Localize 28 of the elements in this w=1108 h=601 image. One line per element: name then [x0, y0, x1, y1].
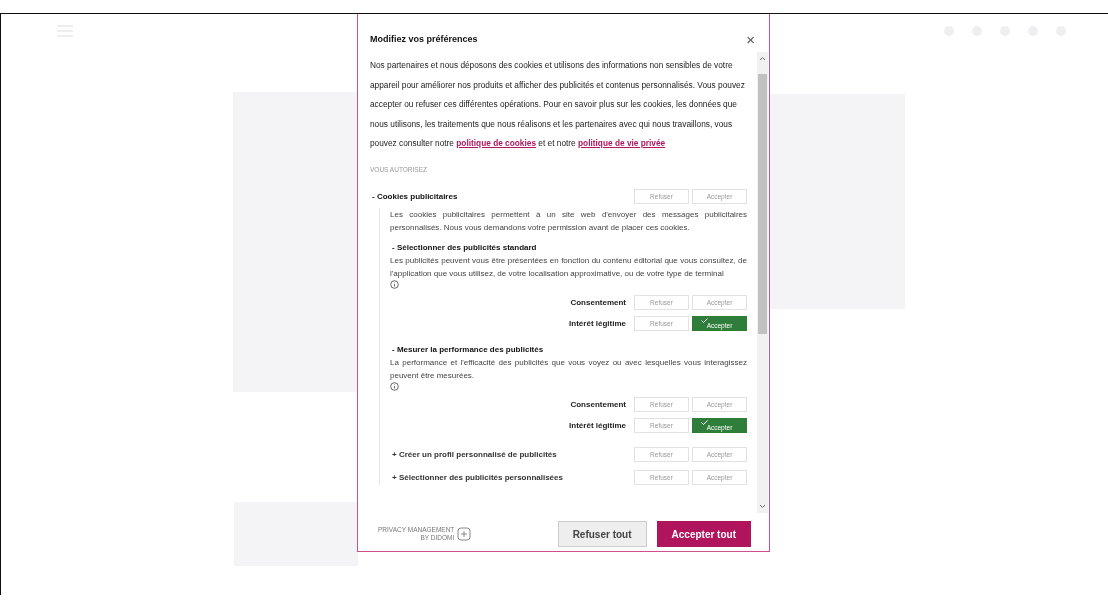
purpose-title[interactable]: - Mesurer la performance des publicités — [392, 344, 544, 354]
consent-label: Consentement — [570, 399, 626, 409]
logo-icon — [457, 527, 472, 541]
purpose-title[interactable]: + Créer un profil personnalisé de publicités — [392, 449, 557, 459]
check-icon — [701, 419, 708, 425]
dialog-title: Modifiez vos préférences — [370, 34, 478, 44]
purpose-description: Les publicités peuvent vous être présentées en fonction du contenu éditorial que vous consultez, de l'application que vous utilisez, de votre localisation approximative, ou de votre type de terminal — [390, 254, 747, 280]
info-icon[interactable] — [390, 279, 399, 289]
scroll-thumb[interactable] — [758, 74, 767, 334]
scroll-up-icon[interactable] — [759, 56, 766, 61]
purpose-title[interactable]: - Cookies publicitaires — [372, 191, 458, 201]
purpose-title[interactable]: + Sélectionner des publicités personnalisées — [392, 472, 563, 482]
consent-label: Consentement — [570, 297, 626, 307]
scroll-down-icon[interactable] — [759, 504, 766, 509]
scrollbar[interactable] — [757, 52, 768, 513]
cookie-policy-link[interactable]: politique de cookies — [456, 138, 537, 148]
purpose-description: Les cookies publicitaires permettent à un site web d'envoyer des messages publicitaires personnalisés. Nous vous demandons votre permission avant de placer ces cookies. — [390, 208, 747, 234]
info-icon[interactable] — [390, 381, 399, 391]
consent-label: Intérêt légitime — [569, 318, 626, 328]
purpose-description: La performance et l'efficacité des publicités que vous voyez ou avec lesquelles vous interagissez peuvent être mesurées. — [390, 356, 747, 382]
check-icon — [701, 317, 708, 323]
intro-paragraph: Nos partenaires et nous déposons des cookies et utilisons des informations non sensibles de votre appareil pour améliorer nos produits et afficher des publicités et contenus personnalisés. Vous pouvez accepter ou refuser ces différentes opérations. Pour en savoir plus sur les cookies, les données que nous utilisons, les traitements que nous réalisons et les partenaires avec qui nous travaillons, vous pouvez consulter notre politique de cookies et et notre politique de vie privée — [370, 59, 746, 150]
refuse-all-button[interactable]: Refuser tout — [557, 521, 647, 547]
close-button[interactable]: × — [746, 31, 755, 47]
consent-label: Intérêt légitime — [569, 420, 626, 430]
purpose-title[interactable]: - Sélectionner des publicités standard — [392, 242, 537, 252]
privacy-policy-link[interactable]: politique de vie privée — [578, 138, 666, 148]
accept-all-button[interactable]: Accepter tout — [656, 521, 751, 547]
